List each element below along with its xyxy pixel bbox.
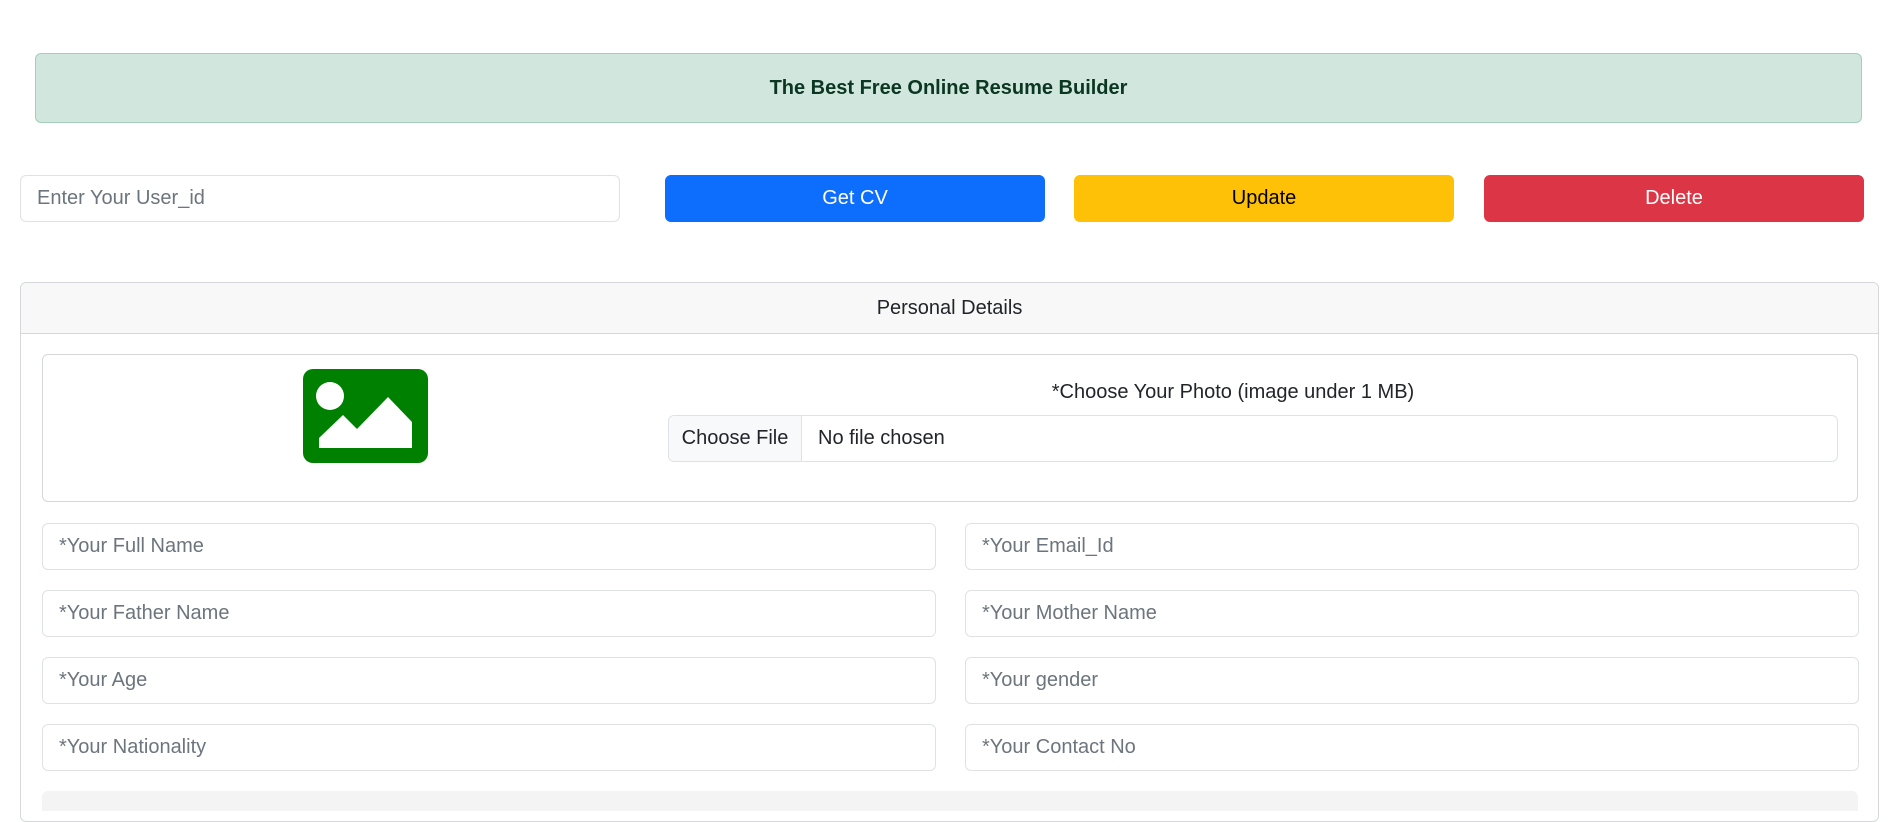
file-status: No file chosen [818,427,945,449]
userid-input[interactable] [20,175,620,222]
father-name-field[interactable] [42,590,936,637]
photo-file-input[interactable]: Choose File No file chosen [668,415,1838,462]
photo-label: *Choose Your Photo (image under 1 MB) [1051,381,1415,403]
full-name-field[interactable] [42,523,936,570]
delete-button[interactable]: Delete [1484,175,1864,222]
email-field[interactable] [965,523,1859,570]
mother-name-field[interactable] [965,590,1859,637]
card-header: Personal Details [21,283,1878,334]
personal-details-card: Personal Details *Choose Your Photo (ima… [20,282,1879,822]
gender-field[interactable] [965,657,1859,704]
update-button[interactable]: Update [1074,175,1454,222]
get-cv-button[interactable]: Get CV [665,175,1045,222]
nationality-field[interactable] [42,724,936,771]
next-section [42,791,1858,811]
contact-no-field[interactable] [965,724,1859,771]
choose-file-button[interactable]: Choose File [669,416,802,461]
photo-section: *Choose Your Photo (image under 1 MB) Ch… [42,354,1858,502]
image-icon [303,369,428,463]
banner-title: The Best Free Online Resume Builder [769,76,1128,99]
age-field[interactable] [42,657,936,704]
banner: The Best Free Online Resume Builder [35,53,1862,123]
